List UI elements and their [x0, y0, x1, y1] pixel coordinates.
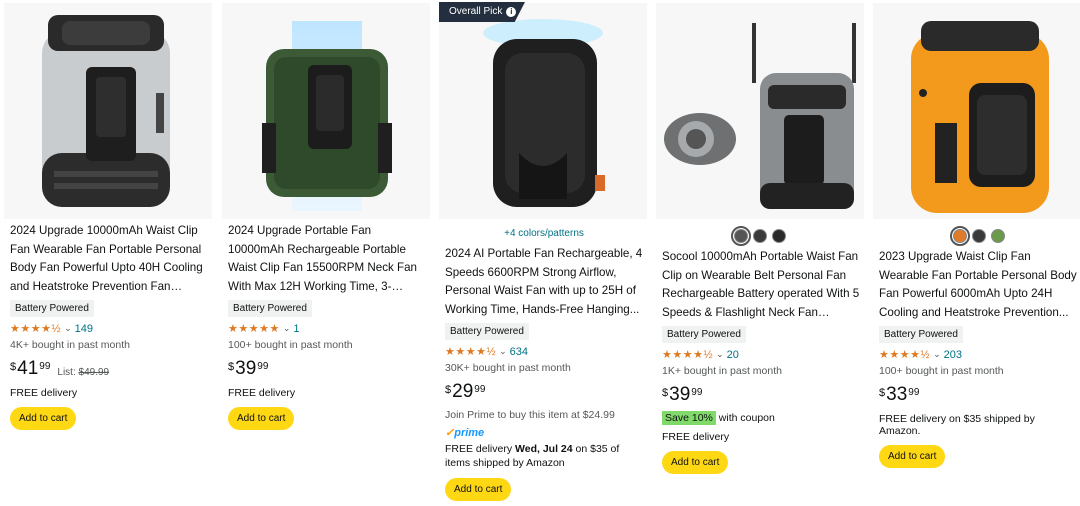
price-symbol: $	[445, 384, 452, 396]
delivery-text: FREE delivery Wed, Jul 24 on $35 of item…	[445, 443, 620, 469]
battery-powered-badge: Battery Powered	[445, 323, 529, 340]
price-whole: 39	[669, 384, 691, 405]
review-count[interactable]: 634	[510, 346, 528, 358]
price-fraction: 99	[474, 384, 486, 395]
price-symbol: $	[879, 387, 886, 399]
swatch-black[interactable]	[972, 229, 986, 243]
delivery-text: FREE delivery	[10, 387, 78, 399]
price[interactable]: $ 29 99	[445, 382, 643, 402]
prime-logo: ✓prime	[445, 427, 485, 439]
price-fraction: 99	[691, 387, 703, 398]
chevron-down-icon[interactable]: ⌄	[933, 349, 941, 360]
review-count[interactable]: 1	[293, 323, 299, 335]
product-title[interactable]: 2023 Upgrade Waist Clip Fan Wearable Fan…	[879, 248, 1077, 322]
bought-count: 100+ bought in past month	[879, 365, 1004, 377]
review-count[interactable]: 20	[727, 349, 739, 361]
swatch-black[interactable]	[772, 229, 786, 243]
coupon-row[interactable]: Save 10% with coupon	[662, 411, 860, 425]
product-card[interactable]: 2024 Upgrade Portable Fan 10000mAh Recha…	[218, 0, 430, 506]
price-symbol: $	[10, 361, 17, 373]
product-image[interactable]	[4, 3, 212, 219]
review-count[interactable]: 149	[75, 323, 93, 335]
price-symbol: $	[662, 387, 669, 399]
swatch-orange[interactable]	[950, 226, 970, 246]
delivery-text: FREE delivery	[228, 387, 296, 399]
swatch-dark-gray[interactable]	[753, 229, 767, 243]
battery-powered-badge: Battery Powered	[228, 300, 312, 317]
battery-powered-badge: Battery Powered	[10, 300, 94, 317]
price-whole: 33	[886, 384, 908, 405]
price-symbol: $	[228, 361, 235, 373]
add-to-cart-button[interactable]: Add to cart	[879, 445, 946, 468]
star-icon: ★★★★½	[662, 349, 714, 361]
add-to-cart-button[interactable]: Add to cart	[445, 478, 512, 501]
chevron-down-icon[interactable]: ⌄	[64, 323, 72, 334]
chevron-down-icon[interactable]: ⌄	[283, 323, 291, 334]
product-image[interactable]	[873, 3, 1080, 219]
delivery-text: FREE delivery on $35 shipped by Amazon.	[879, 413, 1035, 437]
product-grid: Overall Pick i 2024 Upgrade 10000mAh Wais…	[0, 0, 1080, 506]
add-to-cart-button[interactable]: Add to cart	[10, 407, 77, 430]
price-whole: 41	[17, 358, 39, 379]
rating[interactable]: ★★★★½ ⌄ 20	[662, 348, 860, 362]
chevron-down-icon[interactable]: ⌄	[499, 346, 507, 357]
product-card[interactable]: +4 colors/patterns 2024 AI Portable Fan …	[435, 0, 647, 506]
product-title[interactable]: Socool 10000mAh Portable Waist Fan Clip …	[662, 248, 860, 322]
overall-pick-label: Overall Pick	[449, 6, 503, 17]
add-to-cart-button[interactable]: Add to cart	[228, 407, 295, 430]
star-icon: ★★★★★	[228, 323, 280, 335]
battery-powered-badge: Battery Powered	[879, 326, 963, 343]
rating[interactable]: ★★★★½ ⌄ 149	[10, 322, 208, 336]
price-fraction: 99	[908, 387, 920, 398]
price[interactable]: $ 41 99 List: $49.99	[10, 359, 208, 379]
price-fraction: 99	[257, 361, 269, 372]
product-card[interactable]: Socool 10000mAh Portable Waist Fan Clip …	[652, 0, 864, 506]
star-icon: ★★★★½	[445, 346, 497, 358]
product-image[interactable]	[656, 3, 864, 219]
more-colors-link[interactable]: +4 colors/patterns	[445, 228, 643, 239]
rating[interactable]: ★★★★½ ⌄ 203	[879, 348, 1077, 362]
product-title[interactable]: 2024 Upgrade 10000mAh Waist Clip Fan Wea…	[10, 222, 208, 296]
star-icon: ★★★★½	[879, 349, 931, 361]
product-image[interactable]	[439, 3, 647, 219]
price[interactable]: $ 39 99	[228, 359, 426, 379]
delivery-date: Wed, Jul 24	[515, 443, 573, 455]
list-price: List: $49.99	[57, 367, 110, 378]
product-image[interactable]	[222, 3, 430, 219]
price-whole: 29	[452, 381, 474, 402]
battery-powered-badge: Battery Powered	[662, 326, 746, 343]
price-fraction: 99	[39, 361, 51, 372]
product-card[interactable]: 2024 Upgrade 10000mAh Waist Clip Fan Wea…	[0, 0, 212, 506]
price[interactable]: $ 33 99	[879, 385, 1077, 405]
color-swatches	[950, 226, 1005, 246]
chevron-down-icon[interactable]: ⌄	[716, 349, 724, 360]
price[interactable]: $ 39 99	[662, 385, 860, 405]
color-swatches	[731, 226, 786, 246]
product-title[interactable]: 2024 Upgrade Portable Fan 10000mAh Recha…	[228, 222, 426, 296]
star-icon: ★★★★½	[10, 323, 62, 335]
bought-count: 1K+ bought in past month	[662, 365, 782, 377]
save-badge: Save 10%	[662, 411, 716, 425]
coupon-text: with coupon	[718, 412, 775, 424]
bought-count: 4K+ bought in past month	[10, 339, 130, 351]
delivery-text: FREE delivery	[662, 431, 730, 443]
bought-count: 100+ bought in past month	[228, 339, 353, 351]
swatch-gray[interactable]	[731, 226, 751, 246]
add-to-cart-button[interactable]: Add to cart	[662, 451, 729, 474]
swatch-green[interactable]	[991, 229, 1005, 243]
checkmark-icon: ✓	[445, 427, 455, 439]
rating[interactable]: ★★★★★ ⌄ 1	[228, 322, 426, 336]
bought-count: 30K+ bought in past month	[445, 362, 571, 374]
product-card[interactable]: 2023 Upgrade Waist Clip Fan Wearable Fan…	[869, 0, 1080, 506]
product-title[interactable]: 2024 AI Portable Fan Rechargeable, 4 Spe…	[445, 245, 643, 319]
rating[interactable]: ★★★★½ ⌄ 634	[445, 345, 643, 359]
price-whole: 39	[235, 358, 257, 379]
info-icon[interactable]: i	[506, 7, 517, 17]
overall-pick-badge[interactable]: Overall Pick i	[439, 2, 525, 22]
review-count[interactable]: 203	[944, 349, 962, 361]
prime-offer-text[interactable]: Join Prime to buy this item at $24.99	[445, 409, 643, 421]
